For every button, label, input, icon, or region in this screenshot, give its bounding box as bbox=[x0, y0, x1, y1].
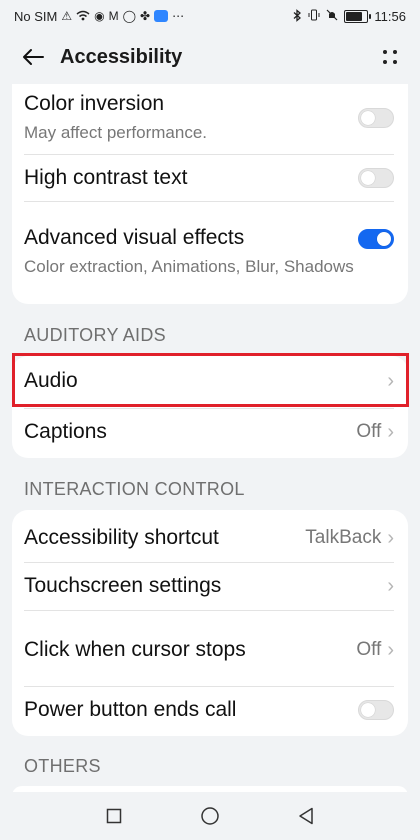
high-contrast-toggle[interactable] bbox=[358, 168, 394, 188]
display-settings-card: Color inversion May affect performance. … bbox=[12, 84, 408, 304]
setting-audio[interactable]: Audio › bbox=[12, 356, 408, 406]
toggle-knob bbox=[377, 232, 391, 246]
toggle-knob bbox=[361, 703, 375, 717]
power-button-toggle[interactable] bbox=[358, 700, 394, 720]
section-label-interaction: INTERACTION CONTROL bbox=[24, 479, 245, 499]
notification-icon: ◉ bbox=[94, 9, 105, 23]
mute-icon bbox=[326, 9, 338, 23]
color-inversion-title: Color inversion bbox=[24, 92, 165, 115]
power-button-text: Power button ends call bbox=[24, 696, 358, 724]
more-options-icon[interactable] bbox=[378, 45, 402, 69]
page-title: Accessibility bbox=[60, 45, 183, 68]
bluetooth-icon bbox=[293, 8, 302, 24]
accessibility-shortcut-title: Accessibility shortcut bbox=[24, 526, 219, 549]
chevron-right-icon: › bbox=[387, 638, 394, 661]
touchscreen-text: Touchscreen settings bbox=[24, 572, 381, 600]
cloud-icon bbox=[154, 10, 169, 22]
high-contrast-text: High contrast text bbox=[24, 164, 358, 192]
power-button-title: Power button ends call bbox=[24, 698, 237, 721]
color-inversion-toggle[interactable] bbox=[358, 108, 394, 128]
chevron-right-icon: › bbox=[387, 574, 394, 597]
toggle-knob bbox=[361, 171, 375, 185]
battery-level bbox=[346, 11, 363, 21]
toggle-knob bbox=[361, 111, 375, 125]
chevron-right-icon: › bbox=[387, 526, 394, 549]
captions-text: Captions bbox=[24, 418, 356, 446]
status-time: 11:56 bbox=[374, 8, 406, 24]
click-cursor-value: Off bbox=[356, 639, 382, 660]
setting-advanced-visual-effects[interactable]: Advanced visual effects Color extraction… bbox=[12, 208, 408, 296]
recent-apps-icon[interactable] bbox=[100, 802, 128, 830]
home-icon[interactable] bbox=[196, 802, 224, 830]
accessibility-shortcut-value: TalkBack bbox=[305, 527, 382, 548]
advanced-visual-effects-text: Advanced visual effects Color extraction… bbox=[24, 224, 358, 280]
setting-touchscreen[interactable]: Touchscreen settings › bbox=[12, 562, 408, 610]
audio-text: Audio bbox=[24, 367, 381, 395]
divider bbox=[24, 201, 394, 202]
color-inversion-subtitle: May affect performance. bbox=[24, 123, 207, 142]
back-arrow-icon[interactable] bbox=[18, 42, 48, 72]
click-cursor-text: Click when cursor stops bbox=[24, 635, 356, 665]
captions-title: Captions bbox=[24, 420, 107, 443]
setting-power-button-ends-call[interactable]: Power button ends call bbox=[12, 686, 408, 734]
interaction-card: Accessibility shortcut TalkBack › Touchs… bbox=[12, 510, 408, 736]
status-left: No SIM ⚠ ◉ M ◯ ✤ ⋯ bbox=[14, 9, 184, 24]
high-contrast-title: High contrast text bbox=[24, 166, 188, 189]
advanced-visual-effects-subtitle: Color extraction, Animations, Blur, Shad… bbox=[24, 257, 354, 276]
click-cursor-title: Click when cursor stops bbox=[24, 638, 246, 661]
audio-title: Audio bbox=[24, 369, 78, 392]
carrier-label: No SIM bbox=[14, 8, 58, 24]
system-nav-bar bbox=[0, 792, 420, 840]
color-inversion-text: Color inversion May affect performance. bbox=[24, 90, 358, 146]
status-right: 11:56 bbox=[293, 9, 406, 24]
wifi-icon bbox=[76, 10, 90, 23]
whatsapp-icon: ◯ bbox=[122, 9, 137, 23]
auditory-card: Audio › Captions Off › bbox=[12, 356, 408, 458]
section-label-others: OTHERS bbox=[24, 756, 101, 776]
vibrate-icon bbox=[308, 9, 320, 23]
app-icon: ✤ bbox=[140, 9, 151, 23]
chevron-right-icon: › bbox=[387, 369, 394, 392]
divider bbox=[24, 610, 394, 611]
touchscreen-title: Touchscreen settings bbox=[24, 574, 222, 597]
setting-high-contrast-text[interactable]: High contrast text bbox=[12, 155, 408, 201]
advanced-visual-effects-toggle[interactable] bbox=[358, 229, 394, 249]
warning-icon: ⚠ bbox=[61, 9, 73, 23]
battery-icon bbox=[344, 9, 372, 23]
mail-icon: M bbox=[108, 9, 119, 23]
setting-accessibility-shortcut[interactable]: Accessibility shortcut TalkBack › bbox=[12, 514, 408, 562]
status-bar: No SIM ⚠ ◉ M ◯ ✤ ⋯ 11:56 bbox=[0, 0, 420, 32]
accessibility-shortcut-text: Accessibility shortcut bbox=[24, 524, 305, 552]
more-dots-icon: ⋯ bbox=[172, 9, 185, 23]
app-header: Accessibility bbox=[0, 32, 420, 82]
setting-color-inversion[interactable]: Color inversion May affect performance. bbox=[12, 88, 408, 148]
setting-click-when-cursor-stops[interactable]: Click when cursor stops Off › bbox=[12, 614, 408, 686]
back-nav-icon[interactable] bbox=[292, 802, 320, 830]
section-label-auditory: AUDITORY AIDS bbox=[24, 325, 166, 345]
chevron-right-icon: › bbox=[387, 420, 394, 443]
advanced-visual-effects-title: Advanced visual effects bbox=[24, 226, 245, 249]
captions-value: Off bbox=[356, 421, 382, 442]
setting-captions[interactable]: Captions Off › bbox=[12, 408, 408, 456]
